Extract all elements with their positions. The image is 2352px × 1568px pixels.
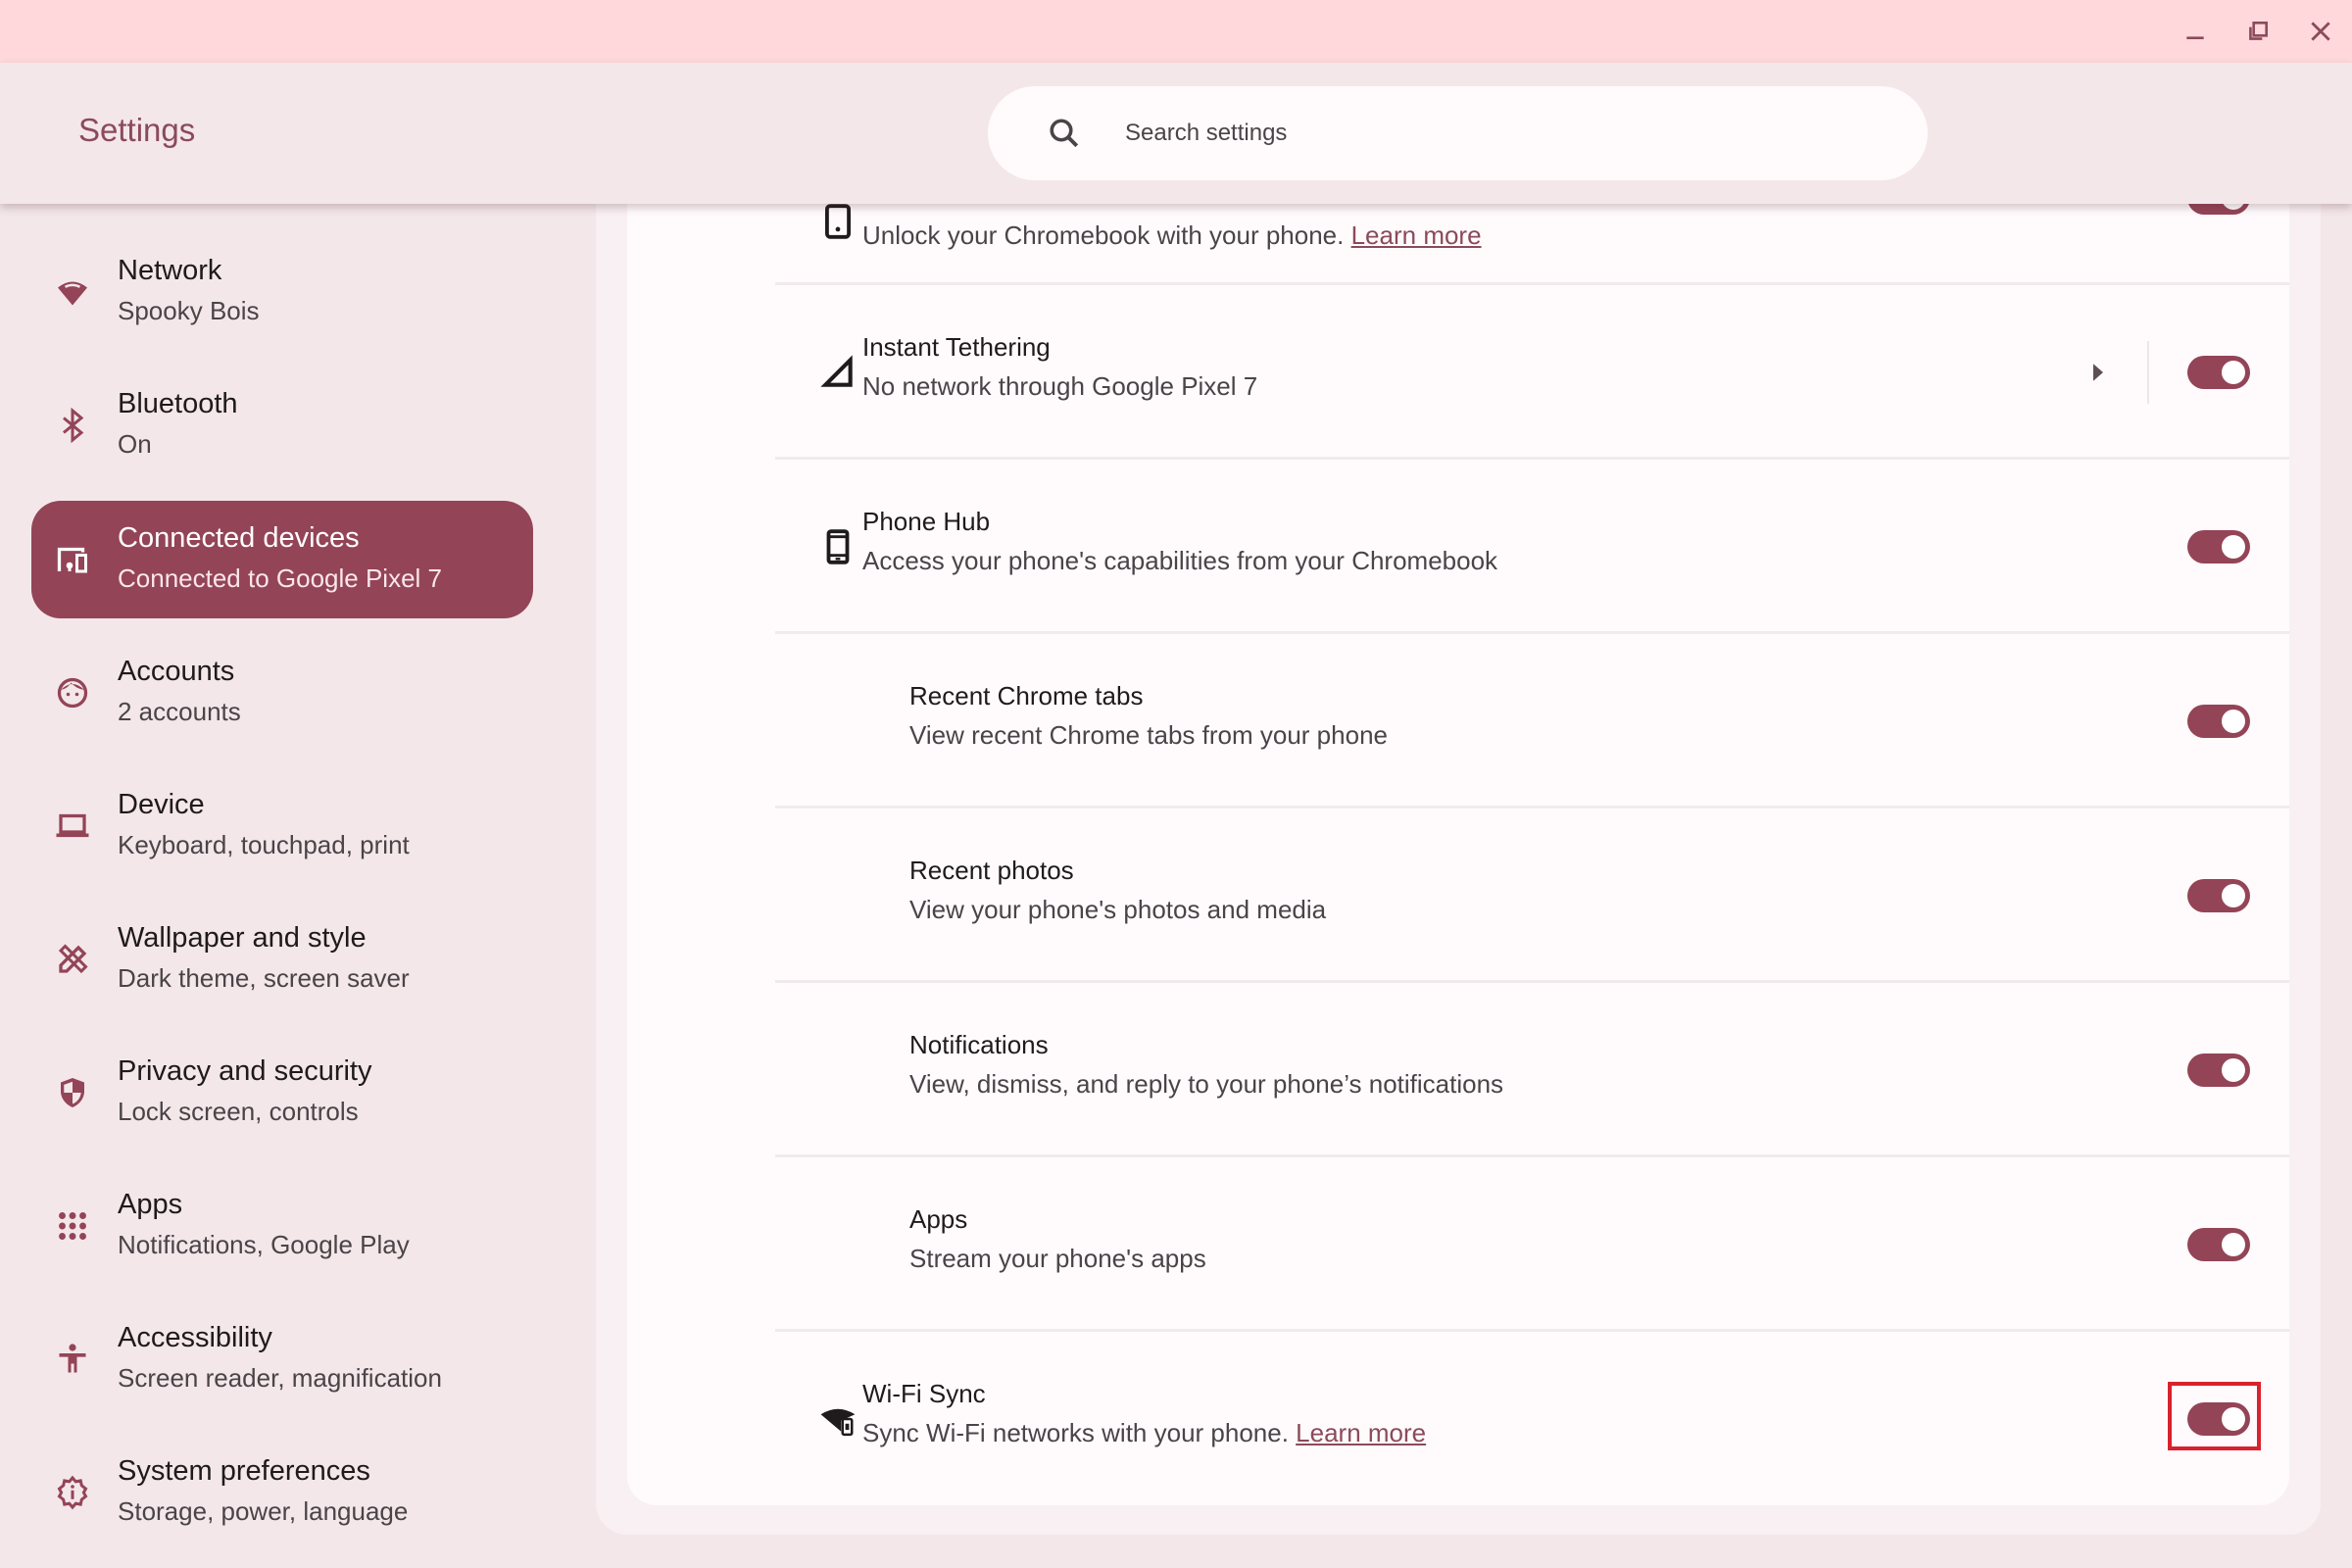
learn-more-link[interactable]: Learn more [1296, 1418, 1426, 1447]
smart-lock-icon [825, 204, 851, 239]
phone-hub-toggle[interactable] [2187, 530, 2250, 564]
sidebar-item-apps[interactable]: Apps Notifications, Google Play [31, 1167, 533, 1285]
notifications-toggle[interactable] [2187, 1054, 2250, 1087]
sidebar-item-connected-devices[interactable]: Connected devices Connected to Google Pi… [31, 501, 533, 618]
connected-devices-card: Unlock your Chromebook with your phone. … [627, 204, 2289, 1505]
row-subtitle: View recent Chrome tabs from your phone [909, 720, 1388, 750]
bluetooth-icon [63, 408, 84, 443]
row-title: Wi-Fi Sync [862, 1379, 986, 1408]
row-phone-hub: Phone Hub Access your phone's capabiliti… [627, 460, 2289, 634]
recent-chrome-tabs-toggle[interactable] [2187, 705, 2250, 738]
sidebar-item-device[interactable]: Device Keyboard, touchpad, print [31, 767, 533, 885]
sidebar-item-system-preferences[interactable]: System preferences Storage, power, langu… [31, 1434, 533, 1551]
search-input[interactable] [1125, 110, 1889, 157]
smart-lock-toggle[interactable] [2187, 204, 2250, 215]
row-recent-chrome-tabs: Recent Chrome tabs View recent Chrome ta… [627, 634, 2289, 808]
row-title: Instant Tethering [862, 332, 1051, 362]
sidebar-item-bluetooth[interactable]: Bluetooth On [31, 367, 533, 484]
row-wifi-sync: Wi-Fi Sync Sync Wi-Fi networks with your… [627, 1332, 2289, 1505]
laptop-icon [56, 813, 89, 838]
sidebar-item-wallpaper[interactable]: Wallpaper and style Dark theme, screen s… [31, 901, 533, 1018]
signal-icon [820, 355, 853, 387]
window-title-bar [0, 0, 2352, 63]
search-box[interactable] [988, 86, 1928, 180]
main-panel: Unlock your Chromebook with your phone. … [596, 204, 2321, 1535]
sidebar-item-accessibility[interactable]: Accessibility Screen reader, magnificati… [31, 1300, 533, 1418]
row-title: Phone Hub [862, 507, 991, 536]
row-title: Apps [909, 1204, 968, 1234]
apps-toggle[interactable] [2187, 1228, 2250, 1261]
row-subtitle: View your phone's photos and media [909, 895, 1327, 924]
row-apps: Apps Stream your phone's apps [627, 1157, 2289, 1332]
restore-icon [2249, 22, 2268, 40]
sidebar-item-privacy[interactable]: Privacy and security Lock screen, contro… [31, 1034, 533, 1152]
recent-photos-toggle[interactable] [2187, 879, 2250, 912]
restore-button[interactable] [2238, 12, 2278, 51]
minimize-icon [2186, 36, 2204, 40]
row-subtitle: Unlock your Chromebook with your phone. [862, 220, 1345, 250]
sidebar: Network Spooky Bois Bluetooth On Connect… [0, 204, 596, 1568]
row-title: Recent photos [909, 856, 1074, 885]
search-icon [1050, 119, 1079, 148]
row-title: Recent Chrome tabs [909, 681, 1144, 710]
account-face-icon [57, 677, 88, 709]
sidebar-item-network[interactable]: Network Spooky Bois [31, 233, 533, 351]
close-icon [2311, 22, 2330, 41]
row-subtitle: View, dismiss, and reply to your phone’s… [909, 1069, 1504, 1099]
row-smart-lock: Unlock your Chromebook with your phone. … [627, 204, 2289, 285]
minimize-button[interactable] [2176, 12, 2215, 51]
wifi-sync-icon [820, 1408, 856, 1437]
shield-icon [61, 1078, 84, 1107]
row-subtitle: Access your phone's capabilities from yo… [862, 546, 1498, 575]
app-title: Settings [78, 112, 196, 148]
accessibility-icon [59, 1344, 86, 1373]
row-subtitle: No network through Google Pixel 7 [862, 371, 1258, 401]
row-subtitle: Sync Wi-Fi networks with your phone. [862, 1418, 1289, 1447]
row-notifications: Notifications View, dismiss, and reply t… [627, 983, 2289, 1157]
row-recent-photos: Recent photos View your phone's photos a… [627, 808, 2289, 983]
arrow-right-icon[interactable] [2083, 358, 2113, 387]
instant-tethering-toggle[interactable] [2187, 356, 2250, 389]
wifi-icon [58, 281, 87, 306]
wifi-sync-toggle[interactable] [2187, 1402, 2250, 1436]
system-gear-icon [57, 1475, 88, 1510]
close-button[interactable] [2301, 12, 2340, 51]
learn-more-link[interactable]: Learn more [1351, 220, 1482, 250]
row-subtitle: Stream your phone's apps [909, 1244, 1206, 1273]
row-title: Notifications [909, 1030, 1049, 1059]
connected-devices-icon [57, 547, 87, 573]
sidebar-item-accounts[interactable]: Accounts 2 accounts [31, 634, 533, 752]
vertical-separator [2147, 341, 2149, 404]
row-instant-tethering[interactable]: Instant Tethering No network through Goo… [627, 285, 2289, 460]
app-header: Settings [0, 63, 2352, 204]
apps-grid-icon [59, 1212, 86, 1240]
phone-icon [826, 529, 850, 564]
palette-pencil-icon [58, 944, 88, 974]
